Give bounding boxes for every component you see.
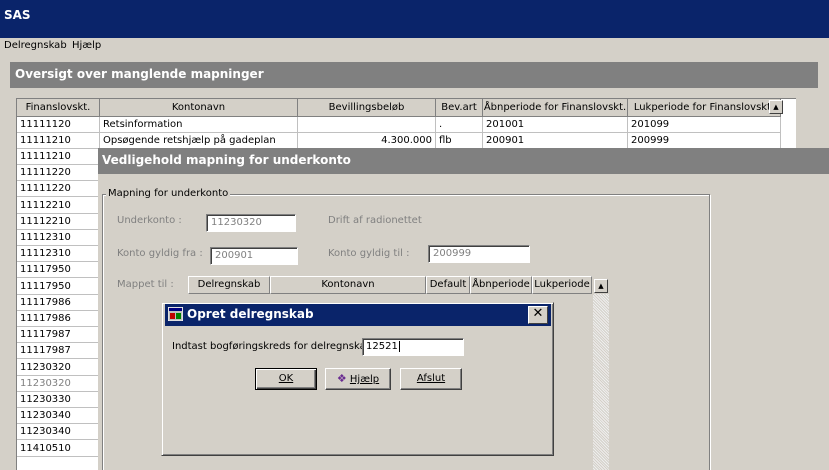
code-cell[interactable]: 11230340	[17, 424, 100, 441]
cell-code[interactable]: 11111120	[17, 117, 100, 133]
gyldig-til-field[interactable]: 200999	[428, 245, 530, 263]
oversigt-title-bar: Oversigt over manglende mapninger	[10, 62, 818, 88]
menu-delregnskab[interactable]: Delregnskab	[4, 40, 67, 51]
mapning-groupbox-label: Mapning for underkonto	[106, 188, 231, 199]
text-cursor	[398, 341, 400, 352]
mappet-scroll-up-button[interactable]: ▲	[594, 279, 608, 293]
app-title-bar: SAS	[0, 0, 829, 38]
gyldig-fra-field[interactable]: 200901	[210, 247, 298, 265]
exit-button[interactable]: Afslut	[400, 368, 462, 390]
col-sub-lukperiode[interactable]: Lukperiode	[532, 276, 592, 294]
col-sub-abnperiode[interactable]: Åbnperiode	[470, 276, 532, 294]
code-cell[interactable]: 11111210	[17, 149, 100, 165]
col-bevart[interactable]: Bev.art	[436, 99, 483, 117]
cell-bevillingsbelob[interactable]	[298, 117, 436, 133]
dialog-title-bar: Opret delregnskab	[165, 304, 551, 326]
col-delregnskab[interactable]: Delregnskab	[188, 276, 270, 294]
menu-hjaelp[interactable]: Hjælp	[72, 40, 101, 51]
code-cell[interactable]: 11117986	[17, 311, 100, 327]
cell-lukperiode[interactable]: 201099	[628, 117, 781, 133]
code-cell[interactable]: 11117950	[17, 262, 100, 279]
app-title: SAS	[4, 8, 31, 22]
code-cell[interactable]: 11117987	[17, 343, 100, 360]
bogforingskreds-value: 12521	[366, 341, 398, 352]
vedligehold-title-bar: Vedligehold mapning for underkonto	[98, 148, 829, 174]
dialog-title: Opret delregnskab	[187, 307, 314, 321]
mappet-label: Mappet til :	[117, 279, 174, 290]
code-cell[interactable]: 11230340	[17, 408, 100, 425]
help-button-label: Hjælp	[349, 374, 380, 385]
col-lukperiode[interactable]: Lukperiode for Finanslovskt.	[628, 99, 781, 117]
cell-bevillingsbelob[interactable]: 4.300.000	[298, 133, 436, 149]
underkonto-field[interactable]: 11230320	[206, 214, 296, 232]
underkonto-label: Underkonto :	[117, 215, 182, 226]
cell-bevart[interactable]: .	[436, 117, 483, 133]
close-icon[interactable]: ✕	[528, 306, 548, 324]
cell-bevart[interactable]: flb	[436, 133, 483, 149]
grid-scroll-up-button[interactable]: ▲	[769, 100, 783, 114]
col-finanslovskt[interactable]: Finanslovskt.	[17, 99, 100, 117]
gyldig-fra-label: Konto gyldig fra :	[117, 248, 203, 259]
oversigt-title: Oversigt over manglende mapninger	[15, 67, 264, 81]
help-book-icon: ❖	[336, 372, 347, 385]
code-cell[interactable]: 11230320	[17, 359, 100, 376]
code-cell[interactable]: 11410510	[17, 440, 100, 457]
bogforingskreds-input[interactable]: 12521	[362, 338, 464, 356]
code-cell[interactable]: 11230330	[17, 392, 100, 408]
help-button[interactable]: ❖ Hjælp	[325, 368, 391, 390]
code-cell[interactable]: 11111220	[17, 181, 100, 198]
col-default[interactable]: Default	[426, 276, 470, 294]
code-cell[interactable]: 11112210	[17, 197, 100, 214]
code-cell[interactable]: 11111220	[17, 165, 100, 182]
code-cell[interactable]: 11117950	[17, 278, 100, 295]
cell-kontonavn[interactable]: Opsøgende retshjælp på gadeplan	[100, 133, 298, 149]
col-abnperiode[interactable]: Åbnperiode for Finanslovskt.	[483, 99, 628, 117]
menu-bar: Delregnskab Hjælp	[0, 38, 829, 56]
cell-abnperiode[interactable]: 200901	[483, 133, 628, 149]
code-cell[interactable]: 11230320	[17, 375, 100, 392]
code-cell[interactable]: 11117987	[17, 327, 100, 344]
code-cell[interactable]: 11117986	[17, 294, 100, 311]
gyldig-til-label: Konto gyldig til :	[328, 248, 410, 259]
ok-button[interactable]: OK	[255, 368, 317, 390]
dialog-prompt: Indtast bogføringskreds for delregnskab:	[172, 341, 376, 352]
code-cell[interactable]: 11112310	[17, 230, 100, 246]
col-sub-kontonavn[interactable]: Kontonavn	[270, 276, 426, 294]
mappet-grid-scrollbar[interactable]	[593, 294, 609, 470]
cell-code[interactable]: 11111210	[17, 133, 100, 149]
underkonto-name: Drift af radionettet	[328, 215, 422, 226]
col-bevillingsbelob[interactable]: Bevillingsbeløb	[298, 99, 436, 117]
exit-button-label: Afslut	[416, 373, 446, 384]
vedligehold-title: Vedligehold mapning for underkonto	[102, 153, 351, 167]
col-kontonavn[interactable]: Kontonavn	[100, 99, 298, 117]
cell-kontonavn[interactable]: Retsinformation	[100, 117, 298, 133]
ok-button-label: OK	[278, 373, 294, 384]
code-cell[interactable]: 11112210	[17, 213, 100, 230]
cell-lukperiode[interactable]: 200999	[628, 133, 781, 149]
code-cell[interactable]: 11112310	[17, 246, 100, 263]
cell-abnperiode[interactable]: 201001	[483, 117, 628, 133]
app-window-icon	[168, 307, 183, 321]
